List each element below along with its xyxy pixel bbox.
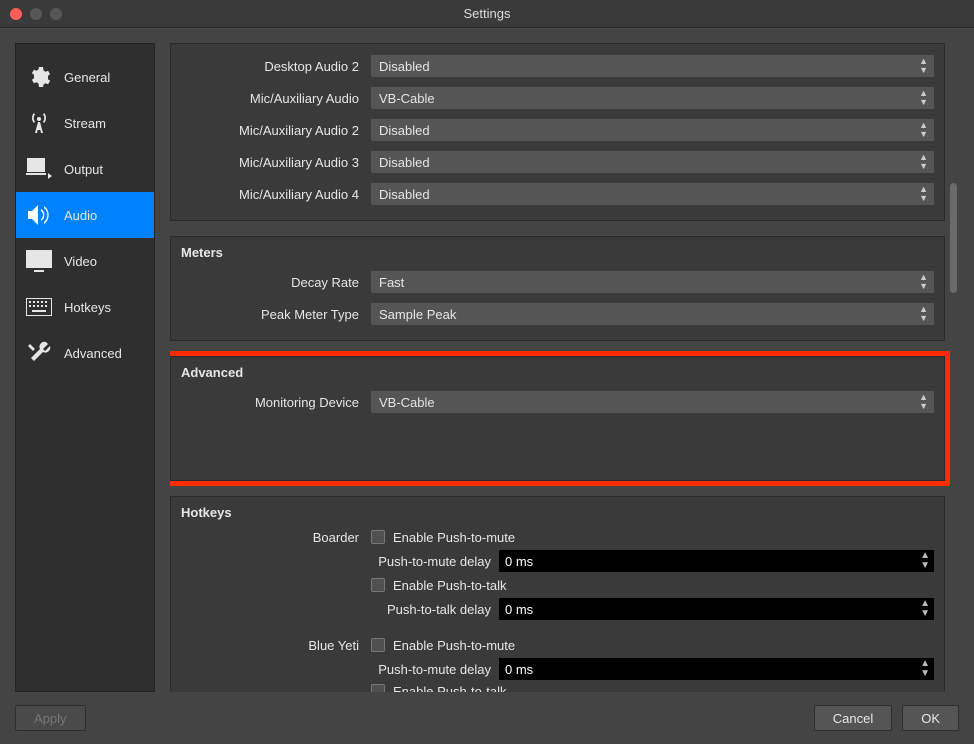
output-icon bbox=[24, 158, 54, 180]
antenna-icon bbox=[24, 111, 54, 135]
checkbox-label: Enable Push-to-mute bbox=[393, 530, 515, 545]
gear-icon bbox=[24, 65, 54, 89]
push-to-talk-delay-spinner[interactable]: 0 ms ▲▼ bbox=[499, 598, 934, 620]
field-label: Desktop Audio 2 bbox=[181, 59, 371, 74]
chevron-updown-icon: ▲▼ bbox=[919, 89, 928, 107]
mic-aux-2-select[interactable]: Disabled ▲▼ bbox=[371, 119, 934, 141]
select-value: VB-Cable bbox=[379, 91, 435, 106]
hotkey-group-blue-yeti: Blue Yeti Enable Push-to-mute Push-to-mu… bbox=[181, 634, 934, 692]
sidebar-item-label: Output bbox=[64, 162, 103, 177]
sidebar-item-hotkeys[interactable]: Hotkeys bbox=[16, 284, 154, 330]
sidebar-item-video[interactable]: Video bbox=[16, 238, 154, 284]
peak-meter-type-select[interactable]: Sample Peak ▲▼ bbox=[371, 303, 934, 325]
cancel-button[interactable]: Cancel bbox=[814, 705, 892, 731]
field-label: Peak Meter Type bbox=[181, 307, 371, 322]
video-icon bbox=[24, 250, 54, 272]
select-value: Sample Peak bbox=[379, 307, 456, 322]
field-label: Monitoring Device bbox=[181, 395, 371, 410]
sidebar-item-label: Hotkeys bbox=[64, 300, 111, 315]
field-label: Push-to-talk delay bbox=[371, 602, 499, 617]
chevron-updown-icon: ▲▼ bbox=[920, 659, 930, 679]
chevron-updown-icon: ▲▼ bbox=[920, 599, 930, 619]
decay-rate-select[interactable]: Fast ▲▼ bbox=[371, 271, 934, 293]
sidebar-item-label: Stream bbox=[64, 116, 106, 131]
enable-push-to-mute-checkbox[interactable] bbox=[371, 638, 385, 652]
mic-aux-select[interactable]: VB-Cable ▲▼ bbox=[371, 87, 934, 109]
enable-push-to-talk-checkbox[interactable] bbox=[371, 578, 385, 592]
select-value: Disabled bbox=[379, 187, 430, 202]
apply-button[interactable]: Apply bbox=[15, 705, 86, 731]
sidebar-item-audio[interactable]: Audio bbox=[16, 192, 154, 238]
sidebar-item-label: Video bbox=[64, 254, 97, 269]
titlebar: Settings bbox=[0, 0, 974, 28]
checkbox-label: Enable Push-to-talk bbox=[393, 684, 506, 693]
field-label: Push-to-mute delay bbox=[371, 554, 499, 569]
field-label: Mic/Auxiliary Audio 2 bbox=[181, 123, 371, 138]
sidebar-item-label: Advanced bbox=[64, 346, 122, 361]
field-label: Mic/Auxiliary Audio 4 bbox=[181, 187, 371, 202]
select-value: Disabled bbox=[379, 59, 430, 74]
desktop-audio-2-select[interactable]: Disabled ▲▼ bbox=[371, 55, 934, 77]
keyboard-icon bbox=[24, 298, 54, 316]
settings-sidebar: General Stream Output Audio bbox=[15, 43, 155, 692]
footer: Apply Cancel OK bbox=[0, 692, 974, 744]
chevron-updown-icon: ▲▼ bbox=[919, 393, 928, 411]
hotkeys-panel: Hotkeys Boarder Enable Push-to-mute Push… bbox=[170, 496, 945, 692]
sidebar-item-advanced[interactable]: Advanced bbox=[16, 330, 154, 376]
hotkey-group-boarder: Boarder Enable Push-to-mute Push-to-mute… bbox=[181, 526, 934, 620]
select-value: Disabled bbox=[379, 155, 430, 170]
enable-push-to-mute-checkbox[interactable] bbox=[371, 530, 385, 544]
settings-content: Desktop Audio 2 Disabled ▲▼ Mic/Auxiliar… bbox=[170, 43, 959, 692]
select-value: VB-Cable bbox=[379, 395, 435, 410]
spin-value: 0 ms bbox=[505, 602, 533, 617]
advanced-panel: Advanced Monitoring Device VB-Cable ▲▼ bbox=[170, 356, 945, 481]
meters-panel: Meters Decay Rate Fast ▲▼ Peak Meter Typ… bbox=[170, 236, 945, 341]
sidebar-item-general[interactable]: General bbox=[16, 54, 154, 100]
section-title: Advanced bbox=[181, 365, 934, 380]
field-label: Mic/Auxiliary Audio 3 bbox=[181, 155, 371, 170]
chevron-updown-icon: ▲▼ bbox=[919, 57, 928, 75]
chevron-updown-icon: ▲▼ bbox=[919, 305, 928, 323]
field-label: Mic/Auxiliary Audio bbox=[181, 91, 371, 106]
spin-value: 0 ms bbox=[505, 554, 533, 569]
audio-icon bbox=[24, 203, 54, 227]
select-value: Disabled bbox=[379, 123, 430, 138]
section-title: Meters bbox=[181, 245, 934, 260]
section-title: Hotkeys bbox=[181, 505, 934, 520]
select-value: Fast bbox=[379, 275, 404, 290]
button-label: OK bbox=[921, 711, 940, 726]
tools-icon bbox=[24, 341, 54, 365]
sidebar-item-output[interactable]: Output bbox=[16, 146, 154, 192]
chevron-updown-icon: ▲▼ bbox=[919, 185, 928, 203]
spin-value: 0 ms bbox=[505, 662, 533, 677]
checkbox-label: Enable Push-to-talk bbox=[393, 578, 506, 593]
vertical-scrollbar[interactable] bbox=[950, 183, 957, 293]
chevron-updown-icon: ▲▼ bbox=[920, 551, 930, 571]
sidebar-item-label: Audio bbox=[64, 208, 97, 223]
hotkey-group-label: Blue Yeti bbox=[181, 634, 371, 692]
field-label: Push-to-mute delay bbox=[371, 662, 499, 677]
sidebar-item-stream[interactable]: Stream bbox=[16, 100, 154, 146]
chevron-updown-icon: ▲▼ bbox=[919, 153, 928, 171]
window-title: Settings bbox=[0, 6, 974, 21]
hotkey-group-label: Boarder bbox=[181, 526, 371, 620]
monitoring-device-select[interactable]: VB-Cable ▲▼ bbox=[371, 391, 934, 413]
chevron-updown-icon: ▲▼ bbox=[919, 273, 928, 291]
sidebar-item-label: General bbox=[64, 70, 110, 85]
ok-button[interactable]: OK bbox=[902, 705, 959, 731]
enable-push-to-talk-checkbox[interactable] bbox=[371, 684, 385, 692]
field-label: Decay Rate bbox=[181, 275, 371, 290]
mic-aux-3-select[interactable]: Disabled ▲▼ bbox=[371, 151, 934, 173]
devices-panel: Desktop Audio 2 Disabled ▲▼ Mic/Auxiliar… bbox=[170, 43, 945, 221]
checkbox-label: Enable Push-to-mute bbox=[393, 638, 515, 653]
mic-aux-4-select[interactable]: Disabled ▲▼ bbox=[371, 183, 934, 205]
push-to-mute-delay-spinner[interactable]: 0 ms ▲▼ bbox=[499, 550, 934, 572]
button-label: Apply bbox=[34, 711, 67, 726]
push-to-mute-delay-spinner[interactable]: 0 ms ▲▼ bbox=[499, 658, 934, 680]
chevron-updown-icon: ▲▼ bbox=[919, 121, 928, 139]
button-label: Cancel bbox=[833, 711, 873, 726]
